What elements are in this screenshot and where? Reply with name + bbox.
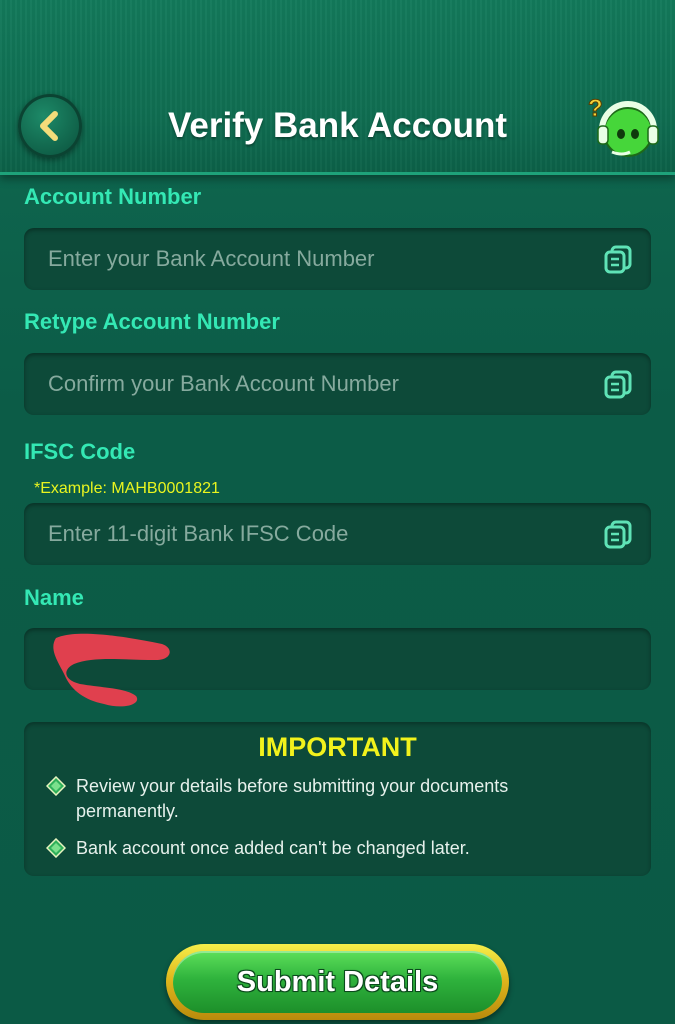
submit-details-button[interactable]: Submit Details xyxy=(166,944,509,1020)
important-item: Review your details before submitting yo… xyxy=(76,776,509,821)
important-item: Bank account once added can't be changed… xyxy=(76,838,470,858)
submit-label: Submit Details xyxy=(236,965,439,998)
name-label: Name xyxy=(24,585,84,610)
retype-account-number-label: Retype Account Number xyxy=(24,309,280,334)
support-headset-icon[interactable]: ? xyxy=(586,92,662,162)
ifsc-example-hint: *Example: MAHB0001821 xyxy=(34,480,220,497)
account-number-label: Account Number xyxy=(24,184,202,209)
diamond-bullet-icon xyxy=(46,776,66,796)
redaction-scribble xyxy=(53,633,170,707)
retype-account-number-input[interactable] xyxy=(48,353,588,415)
page: Verify Bank Account ? Account Number Ret… xyxy=(0,0,675,1024)
svg-text:?: ? xyxy=(588,95,603,122)
ifsc-code-input[interactable] xyxy=(48,503,588,565)
retype-account-number-field[interactable] xyxy=(24,353,651,415)
diamond-bullet-icon xyxy=(46,838,66,858)
ifsc-code-label: IFSC Code xyxy=(24,439,136,464)
important-title: IMPORTANT xyxy=(258,732,417,762)
important-notice: IMPORTANT Review your details before sub… xyxy=(24,722,651,876)
copy-icon[interactable] xyxy=(603,244,633,274)
ifsc-code-field[interactable] xyxy=(24,503,651,565)
page-title: Verify Bank Account xyxy=(167,106,508,145)
header: Verify Bank Account ? xyxy=(0,0,675,175)
copy-icon[interactable] xyxy=(603,519,633,549)
account-number-field[interactable] xyxy=(24,228,651,290)
copy-icon[interactable] xyxy=(603,369,633,399)
account-number-input[interactable] xyxy=(48,228,588,290)
